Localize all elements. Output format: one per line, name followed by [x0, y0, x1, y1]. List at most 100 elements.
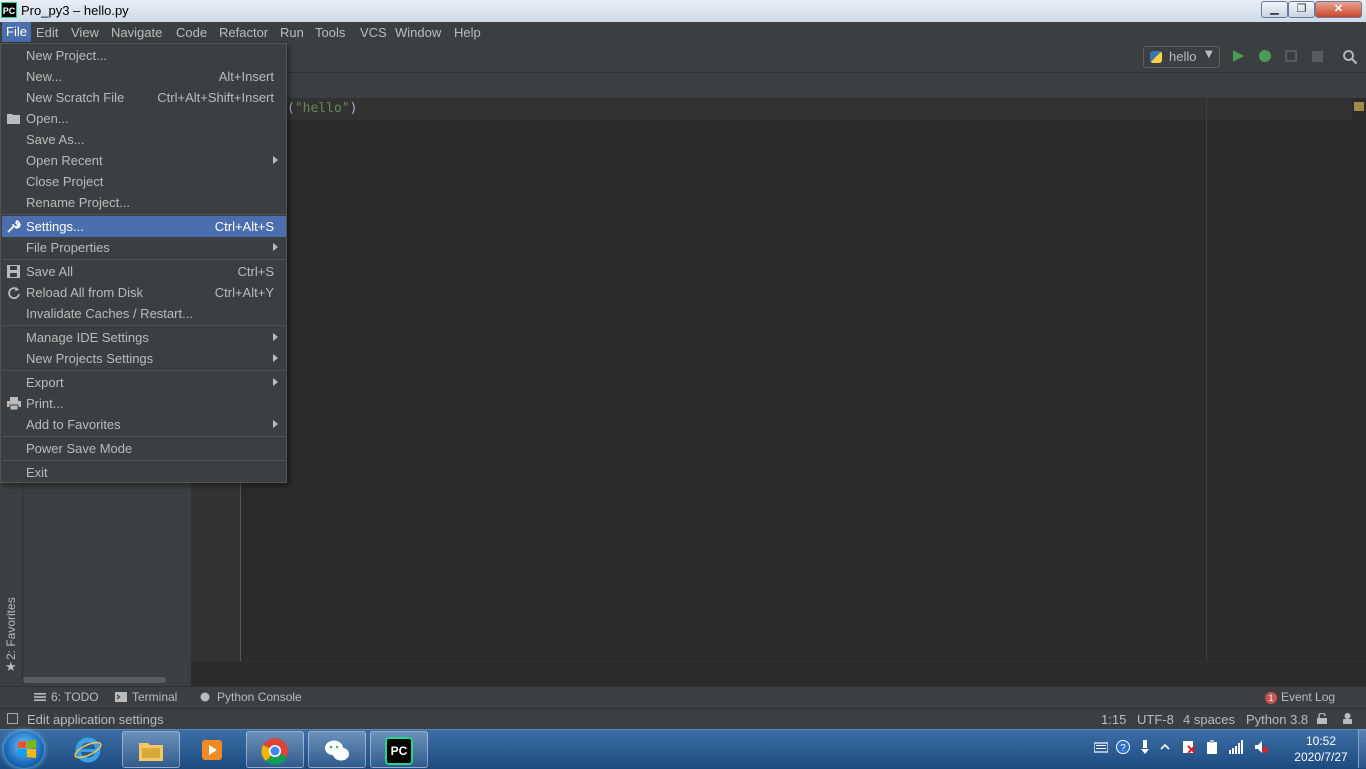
menu-item-save-all[interactable]: Save All Ctrl+S	[2, 261, 286, 282]
taskbar-internet-explorer[interactable]	[60, 731, 118, 768]
indent-setting[interactable]: 4 spaces	[1183, 712, 1235, 727]
stop-icon[interactable]	[1312, 51, 1323, 62]
todo-label: 6: TODO	[51, 690, 99, 704]
code-string-literal: "hello"	[294, 101, 350, 116]
menu-item-open-recent[interactable]: Open Recent	[2, 150, 286, 171]
show-desktop-button[interactable]	[1358, 729, 1366, 768]
run-icon[interactable]	[1233, 50, 1244, 62]
menu-item-rename-project[interactable]: Rename Project...	[2, 192, 286, 213]
wifi-signal-icon[interactable]	[1229, 740, 1243, 754]
start-button[interactable]	[4, 731, 44, 768]
caret-position[interactable]: 1:15	[1101, 712, 1126, 727]
menu-separator	[2, 436, 286, 437]
window-title-bar[interactable]: PC Pro_py3 – hello.py ▁ ❐ ✕	[0, 0, 1366, 22]
menu-edit[interactable]: Edit	[34, 25, 60, 40]
svg-text:?: ?	[1120, 743, 1126, 754]
menu-tools[interactable]: Tools	[313, 25, 347, 40]
terminal-label: Terminal	[132, 690, 178, 704]
taskbar-pycharm[interactable]: PC	[370, 731, 428, 768]
menu-item-open[interactable]: Open...	[2, 108, 286, 129]
chrome-icon	[261, 738, 288, 765]
clipboard-icon[interactable]	[1205, 740, 1219, 754]
code-paren-open: (	[287, 101, 295, 116]
menu-item-manage-ide-settings[interactable]: Manage IDE Settings	[2, 327, 286, 348]
window-title: Pro_py3 – hello.py	[21, 3, 129, 18]
python-interpreter[interactable]: Python 3.8	[1246, 712, 1308, 727]
menu-navigate[interactable]: Navigate	[109, 25, 164, 40]
menu-run[interactable]: Run	[278, 25, 306, 40]
keyboard-icon[interactable]	[1094, 740, 1108, 754]
terminal-tool-button[interactable]: Terminal	[115, 690, 177, 704]
menu-item-exit[interactable]: Exit	[2, 462, 286, 483]
python-console-icon	[200, 692, 210, 702]
media-player-icon	[202, 740, 222, 760]
menu-window[interactable]: Window	[393, 25, 443, 40]
python-console-label: Python Console	[217, 690, 302, 704]
menu-item-export[interactable]: Export	[2, 372, 286, 393]
menu-item-new-projects-settings[interactable]: New Projects Settings	[2, 348, 286, 369]
submenu-arrow-icon	[273, 243, 278, 251]
menu-item-new-project[interactable]: New Project...	[2, 45, 286, 66]
minimize-button[interactable]: ▁	[1261, 1, 1288, 18]
debug-bug-icon[interactable]	[1259, 50, 1271, 62]
file-encoding[interactable]: UTF-8	[1137, 712, 1174, 727]
wechat-icon	[325, 740, 349, 761]
status-bar: Edit application settings 1:15 UTF-8 4 s…	[0, 708, 1366, 730]
menu-separator	[2, 370, 286, 371]
inspection-warning-icon[interactable]	[1354, 102, 1364, 111]
favorites-label: 2: Favorites	[4, 597, 18, 660]
event-log-label: Event Log	[1281, 690, 1336, 704]
menu-item-print[interactable]: Print...	[2, 393, 286, 414]
menu-refactor[interactable]: Refactor	[217, 25, 270, 40]
toggle-tool-windows-icon[interactable]	[7, 713, 18, 724]
editor-vertical-scrollbar[interactable]	[1352, 98, 1366, 661]
menu-code[interactable]: Code	[174, 25, 209, 40]
hector-inspector-icon[interactable]	[1341, 712, 1354, 725]
menu-file[interactable]: File	[2, 22, 31, 42]
code-line-1[interactable]: ("hello")	[287, 101, 357, 116]
menu-item-file-properties[interactable]: File Properties	[2, 237, 286, 258]
clock-time[interactable]: 10:52	[1284, 733, 1358, 749]
todo-tool-button[interactable]: 6: TODO	[34, 690, 99, 704]
star-icon: ★	[5, 660, 17, 675]
menu-item-new[interactable]: New... Alt+Insert	[2, 66, 286, 87]
python-console-tool-button[interactable]: Python Console	[200, 690, 302, 704]
taskbar-chrome[interactable]	[246, 731, 304, 768]
menu-vcs[interactable]: VCS	[358, 25, 389, 40]
menu-item-settings[interactable]: Settings... Ctrl+Alt+S	[2, 216, 286, 237]
search-everywhere-icon[interactable]	[1342, 49, 1358, 65]
event-log-tool-button[interactable]: 1 Event Log	[1265, 690, 1335, 704]
favorites-tool-button[interactable]: 2: Favorites	[2, 597, 20, 660]
project-horizontal-scrollbar[interactable]	[23, 677, 166, 683]
menu-help[interactable]: Help	[452, 25, 483, 40]
menu-separator	[2, 259, 286, 260]
submenu-arrow-icon	[273, 156, 278, 164]
usb-device-icon[interactable]	[1138, 740, 1152, 754]
network-warning-icon[interactable]	[1182, 740, 1196, 754]
menu-item-invalidate-caches[interactable]: Invalidate Caches / Restart...	[2, 303, 286, 324]
show-hidden-icons-icon[interactable]	[1158, 740, 1172, 754]
menu-item-save-as[interactable]: Save As...	[2, 129, 286, 150]
submenu-arrow-icon	[273, 354, 278, 362]
pycharm-app-icon: PC	[1, 2, 17, 18]
unlock-icon[interactable]	[1317, 713, 1327, 724]
taskbar-file-explorer[interactable]	[122, 731, 180, 768]
run-configuration-selector[interactable]: hello ▼	[1143, 46, 1220, 68]
menu-view[interactable]: View	[69, 25, 101, 40]
menu-item-new-scratch-file[interactable]: New Scratch File Ctrl+Alt+Shift+Insert	[2, 87, 286, 108]
maximize-button[interactable]: ❐	[1288, 1, 1315, 18]
submenu-arrow-icon	[273, 333, 278, 341]
close-button[interactable]: ✕	[1315, 1, 1362, 18]
volume-muted-icon[interactable]	[1254, 740, 1268, 754]
taskbar-media-player[interactable]	[184, 731, 242, 768]
run-with-coverage-icon[interactable]	[1285, 50, 1297, 62]
clock-date[interactable]: 2020/7/27	[1284, 750, 1358, 764]
code-editor[interactable]: ("hello")	[241, 98, 1352, 661]
menu-item-add-to-favorites[interactable]: Add to Favorites	[2, 414, 286, 435]
menu-item-power-save-mode[interactable]: Power Save Mode	[2, 438, 286, 459]
help-icon[interactable]: ?	[1116, 740, 1130, 754]
taskbar-wechat[interactable]	[308, 731, 366, 768]
menu-item-reload-all[interactable]: Reload All from Disk Ctrl+Alt+Y	[2, 282, 286, 303]
submenu-arrow-icon	[273, 378, 278, 386]
menu-item-close-project[interactable]: Close Project	[2, 171, 286, 192]
